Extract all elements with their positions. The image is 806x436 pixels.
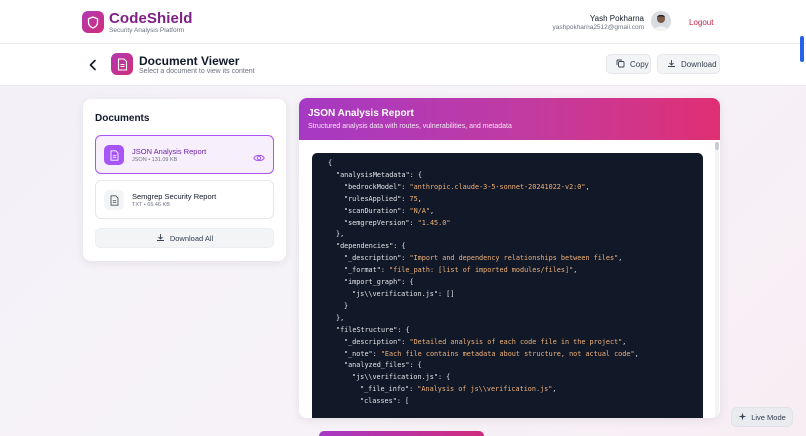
top-header: CodeShield Security Analysis Platform Ya… xyxy=(0,0,806,44)
code-line: "classes": [ xyxy=(360,397,410,406)
code-key: "fileStructure" xyxy=(336,325,398,334)
code-value: "Detailed analysis of each code file in … xyxy=(409,337,623,346)
page-subtitle: Select a document to view its content xyxy=(139,68,255,75)
back-arrow-icon[interactable] xyxy=(86,58,100,72)
report-header: JSON Analysis Report Structured analysis… xyxy=(299,98,720,140)
code-key: "js\\verification.js" xyxy=(352,289,438,298)
live-mode-button[interactable]: Live Mode xyxy=(731,407,793,427)
document-meta: TXT • 65.46 KB xyxy=(132,202,170,208)
report-panel: JSON Analysis Report Structured analysis… xyxy=(299,98,720,418)
code-key: "analysisMetadata" xyxy=(336,170,410,179)
code-line: "_description": "Import and dependency r… xyxy=(344,254,623,263)
copy-label: Copy xyxy=(630,59,649,69)
code-key: "_file_info" xyxy=(360,385,410,394)
user-email: yashpokharna2512@gmail.com xyxy=(552,24,644,31)
code-scrollbar-thumb[interactable] xyxy=(715,142,719,150)
code-line: } xyxy=(344,301,349,310)
file-icon xyxy=(104,145,124,165)
code-line: "analysisMetadata": { xyxy=(336,170,422,179)
code-value: "Import and dependency relationships bet… xyxy=(409,254,619,263)
brand-name: CodeShield xyxy=(109,10,193,27)
code-key: "rulesApplied" xyxy=(344,194,402,203)
code-line: "analyzed_files": { xyxy=(344,361,422,370)
copy-button[interactable]: Copy xyxy=(606,54,651,74)
code-value: "Analysis of js\\verification.js" xyxy=(417,385,553,394)
download-all-label: Download All xyxy=(169,233,214,243)
code-key: "analyzed_files" xyxy=(344,361,410,370)
brand-tagline: Security Analysis Platform xyxy=(109,27,185,34)
code-line: }, xyxy=(336,313,345,322)
document-icon xyxy=(111,53,133,75)
user-name: Yash Pokharna xyxy=(589,14,644,23)
code-value: "anthropic.claude-3-5-sonnet-20241022-v2… xyxy=(409,182,586,191)
download-icon xyxy=(156,233,165,244)
code-line: "_note": "Each file contains metadata ab… xyxy=(344,349,639,358)
download-icon xyxy=(667,59,676,70)
code-line: "rulesApplied": 75, xyxy=(344,194,422,203)
code-key: "_description" xyxy=(344,337,402,346)
report-subtitle: Structured analysis data with routes, vu… xyxy=(308,123,512,130)
code-value: "Each file contains metadata about struc… xyxy=(380,349,635,358)
code-key: "_description" xyxy=(344,254,402,263)
code-line: "js\\verification.js": { xyxy=(352,373,451,382)
code-line: "fileStructure": { xyxy=(336,325,410,334)
code-key: "_format" xyxy=(344,266,381,275)
code-value: 75 xyxy=(409,194,418,203)
document-name: Semgrep Security Report xyxy=(132,192,217,201)
code-line: }, xyxy=(336,230,345,239)
code-line: "scanDuration": "N/A", xyxy=(344,206,435,215)
sparkle-icon xyxy=(738,412,747,423)
page-title: Document Viewer xyxy=(139,54,240,68)
code-value: "N/A" xyxy=(409,206,430,215)
document-name: JSON Analysis Report xyxy=(132,147,207,156)
eye-icon[interactable] xyxy=(253,150,265,162)
json-code-view[interactable]: {"analysisMetadata": { "bedrockModel": "a… xyxy=(312,153,703,418)
download-label: Download xyxy=(681,59,717,69)
live-mode-label: Live Mode xyxy=(751,412,786,422)
bottom-action-bar[interactable] xyxy=(319,431,484,436)
download-all-button[interactable]: Download All xyxy=(95,228,274,248)
file-icon xyxy=(104,190,124,210)
document-item-json[interactable]: JSON Analysis Report JSON • 131.09 KB xyxy=(95,135,274,174)
code-scrollbar[interactable] xyxy=(715,142,719,418)
code-line: "bedrockModel": "anthropic.claude-3-5-so… xyxy=(344,182,590,191)
document-item-semgrep[interactable]: Semgrep Security Report TXT • 65.46 KB xyxy=(95,180,274,219)
report-title: JSON Analysis Report xyxy=(308,108,414,119)
code-line: "js\\verification.js": [] xyxy=(352,289,455,298)
document-meta: JSON • 131.09 KB xyxy=(132,157,178,163)
code-key: "import_graph" xyxy=(344,278,402,287)
code-key: "dependencies" xyxy=(336,242,394,251)
code-key: "js\\verification.js" xyxy=(352,373,438,382)
code-key: "semgrepVersion" xyxy=(344,218,410,227)
documents-panel: Documents JSON Analysis Report JSON • 13… xyxy=(83,99,286,261)
code-line: "import_graph": { xyxy=(344,278,414,287)
page-scrollbar[interactable] xyxy=(800,36,804,62)
documents-title: Documents xyxy=(95,113,150,124)
copy-icon xyxy=(616,59,625,70)
logout-button[interactable]: Logout xyxy=(689,18,713,27)
code-line: "_format": "file_path: [list of imported… xyxy=(344,266,578,275)
code-line: { xyxy=(328,159,333,167)
code-line: "_description": "Detailed analysis of ea… xyxy=(344,337,627,346)
code-key: "bedrockModel" xyxy=(344,182,402,191)
code-value: "file_path: [list of imported modules/fi… xyxy=(389,266,574,275)
code-value: "1.45.0" xyxy=(417,218,451,227)
code-line: "_file_info": "Analysis of js\\verificat… xyxy=(360,385,557,394)
code-line: "dependencies": { xyxy=(336,242,406,251)
code-line: "semgrepVersion": "1.45.0" xyxy=(344,218,451,227)
code-key: "classes" xyxy=(360,397,397,406)
viewer-toolbar: Document Viewer Select a document to vie… xyxy=(0,44,806,86)
avatar[interactable] xyxy=(651,11,671,31)
code-key: "scanDuration" xyxy=(344,206,402,215)
shield-logo-icon xyxy=(82,11,104,33)
code-key: "_note" xyxy=(344,349,373,358)
download-button[interactable]: Download xyxy=(657,54,720,74)
